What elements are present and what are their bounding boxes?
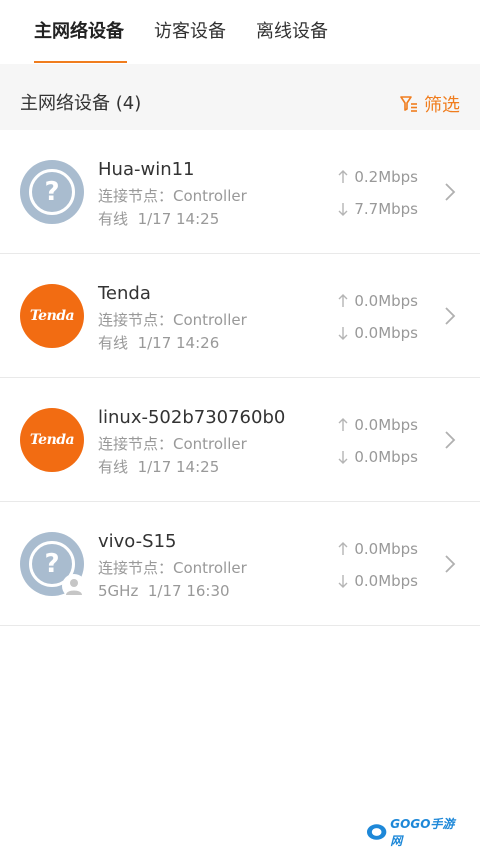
connection-type: 有线 (98, 458, 129, 476)
device-node: 连接节点：Controller (98, 435, 247, 453)
download-speed: 0.0Mbps (338, 447, 418, 467)
arrow-up-icon (338, 418, 348, 431)
upload-speed: 0.0Mbps (338, 415, 418, 435)
chevron-right-icon[interactable] (444, 554, 456, 574)
device-node: 连接节点：Controller (98, 559, 247, 577)
chevron-right-icon[interactable] (444, 306, 456, 326)
device-status: 5GHz 1/17 16:30 (98, 581, 230, 601)
download-speed: 7.7Mbps (338, 199, 418, 219)
arrow-down-icon (338, 203, 348, 216)
watermark-text: GOGO手游网 (390, 817, 455, 848)
filter-label: 筛选 (424, 95, 460, 116)
tab-offline[interactable]: 离线设备 (256, 18, 328, 48)
upload-speed: 0.2Mbps (338, 167, 418, 187)
upload-speed: 0.0Mbps (338, 291, 418, 311)
upload-speed: 0.0Mbps (338, 539, 418, 559)
arrow-down-icon (338, 451, 348, 464)
device-status: 有线 1/17 14:25 (98, 209, 219, 229)
arrow-down-icon (338, 327, 348, 340)
online-time: 1/17 14:25 (137, 458, 220, 476)
arrow-up-icon (338, 294, 348, 307)
device-node: 连接节点：Controller (98, 187, 247, 205)
device-list: ? Hua-win11 连接节点：Controller 有线 1/17 14:2… (0, 130, 480, 626)
unknown-device-icon: ? (20, 160, 84, 224)
connection-type: 有线 (98, 210, 129, 228)
online-time: 1/17 16:30 (147, 582, 230, 600)
tenda-logo: Tenda (20, 284, 84, 348)
device-name: Tenda (98, 283, 151, 304)
chevron-right-icon[interactable] (444, 430, 456, 450)
connection-type: 5GHz (98, 582, 139, 600)
active-tab-indicator (34, 61, 127, 63)
section-header: 主网络设备 (4) 筛选 (0, 64, 480, 130)
download-speed: 0.0Mbps (338, 323, 418, 343)
arrow-up-icon (338, 170, 348, 183)
device-row[interactable]: Tenda Tenda 连接节点：Controller 有线 1/17 14:2… (0, 254, 480, 378)
device-name: linux-502b730760b0 (98, 407, 286, 428)
user-badge-icon (62, 574, 86, 598)
watermark-logo-icon (366, 824, 387, 840)
device-status: 有线 1/17 14:25 (98, 457, 219, 477)
device-name: Hua-win11 (98, 159, 195, 180)
tab-main-network[interactable]: 主网络设备 (34, 18, 124, 48)
arrow-up-icon (338, 542, 348, 555)
filter-icon (400, 96, 417, 112)
arrow-down-icon (338, 575, 348, 588)
online-time: 1/17 14:26 (137, 334, 220, 352)
device-status: 有线 1/17 14:26 (98, 333, 219, 353)
filter-button[interactable]: 筛选 (400, 92, 460, 116)
device-name: vivo-S15 (98, 531, 177, 552)
watermark: GOGO手游网 (366, 817, 464, 848)
tenda-logo: Tenda (20, 408, 84, 472)
connection-type: 有线 (98, 334, 129, 352)
tab-guest[interactable]: 访客设备 (154, 18, 226, 48)
chevron-right-icon[interactable] (444, 182, 456, 202)
unknown-device-guest-icon: ? (20, 532, 86, 598)
device-node: 连接节点：Controller (98, 311, 247, 329)
download-speed: 0.0Mbps (338, 571, 418, 591)
online-time: 1/17 14:25 (137, 210, 220, 228)
device-row[interactable]: ? Hua-win11 连接节点：Controller 有线 1/17 14:2… (0, 130, 480, 254)
tab-bar: 主网络设备 访客设备 离线设备 (0, 0, 480, 64)
device-row[interactable]: ? vivo-S15 连接节点：Controller 5GHz 1/17 16:… (0, 502, 480, 626)
device-row[interactable]: Tenda linux-502b730760b0 连接节点：Controller… (0, 378, 480, 502)
section-title: 主网络设备 (4) (20, 93, 142, 114)
